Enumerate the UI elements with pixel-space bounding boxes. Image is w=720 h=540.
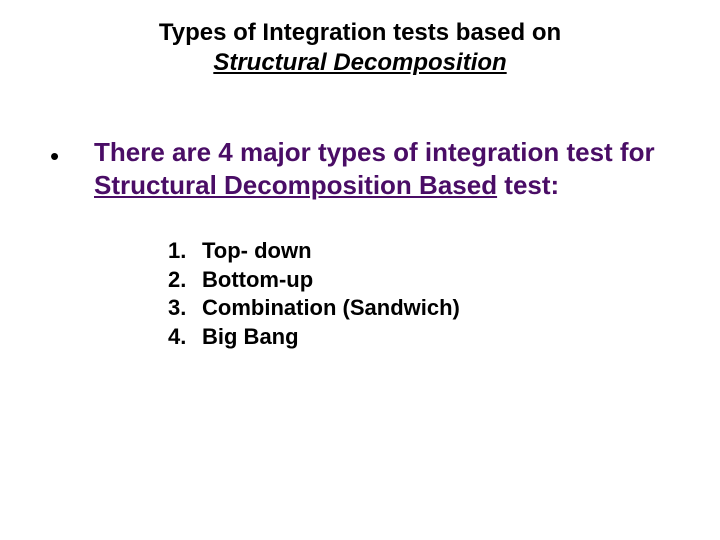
- list-number: 1.: [168, 237, 202, 266]
- list-item: 4. Big Bang: [168, 323, 680, 352]
- bullet-text-underlined: Structural Decomposition Based: [94, 170, 497, 200]
- title-line-2: Structural Decomposition: [0, 48, 720, 78]
- bullet-text: There are 4 major types of integration t…: [94, 136, 680, 201]
- list-item: 2. Bottom-up: [168, 266, 680, 295]
- bullet-text-pre: There are 4 major types of integration t…: [94, 137, 655, 167]
- list-label: Top- down: [202, 237, 312, 266]
- bullet-mark: •: [50, 136, 94, 173]
- bullet-item: • There are 4 major types of integration…: [50, 136, 680, 201]
- body: • There are 4 major types of integration…: [0, 136, 720, 351]
- bullet-text-post: test:: [497, 170, 559, 200]
- list-number: 2.: [168, 266, 202, 295]
- list-item: 1. Top- down: [168, 237, 680, 266]
- slide: Types of Integration tests based on Stru…: [0, 0, 720, 540]
- title-line-1: Types of Integration tests based on: [0, 18, 720, 48]
- list-number: 3.: [168, 294, 202, 323]
- list-label: Combination (Sandwich): [202, 294, 460, 323]
- list-label: Bottom-up: [202, 266, 313, 295]
- numbered-list: 1. Top- down 2. Bottom-up 3. Combination…: [50, 237, 680, 351]
- list-number: 4.: [168, 323, 202, 352]
- list-item: 3. Combination (Sandwich): [168, 294, 680, 323]
- list-label: Big Bang: [202, 323, 299, 352]
- slide-title: Types of Integration tests based on Stru…: [0, 0, 720, 78]
